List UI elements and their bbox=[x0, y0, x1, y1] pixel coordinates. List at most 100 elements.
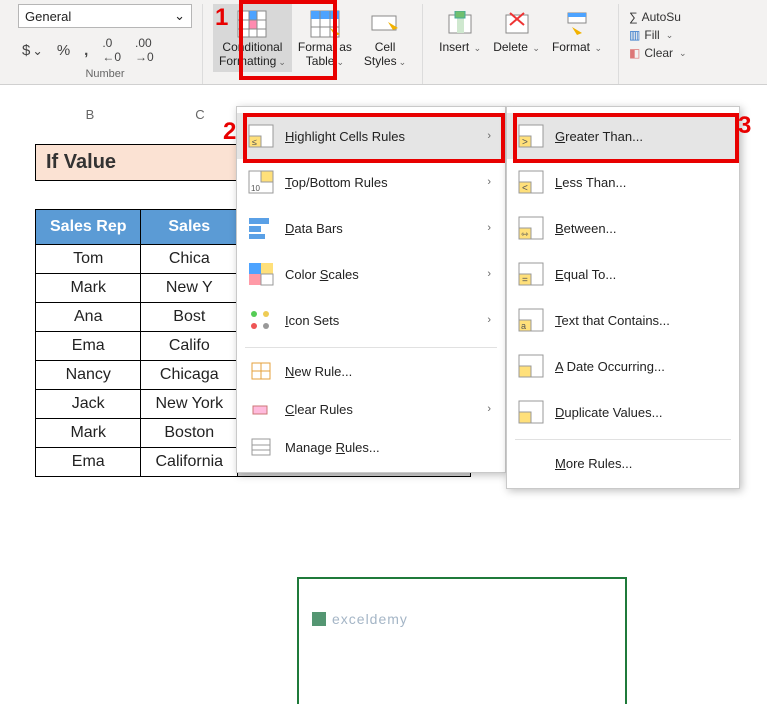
eraser-icon: ◧ bbox=[629, 46, 640, 60]
menu-top-bottom-rules[interactable]: 10 Top/Bottom Rules › bbox=[237, 159, 505, 205]
submenu-arrow-icon: › bbox=[487, 222, 491, 234]
svg-text:10: 10 bbox=[251, 184, 260, 193]
menu-clear-rules[interactable]: Clear Rules › bbox=[237, 390, 505, 428]
highlight-cells-icon: ≤ bbox=[247, 123, 275, 149]
col-b[interactable]: B bbox=[35, 105, 145, 124]
menu-label: Data Bars bbox=[285, 221, 343, 236]
clear-button[interactable]: ◧Clear⌄ bbox=[629, 44, 687, 62]
menu-label: Highlight Cells Rules bbox=[285, 129, 405, 144]
selection-marquee bbox=[297, 577, 627, 704]
format-button[interactable]: Format ⌄ bbox=[546, 4, 608, 58]
menu-label: Color Scales bbox=[285, 267, 359, 282]
svg-text:⇿: ⇿ bbox=[521, 229, 529, 239]
cell-styles-label-1: Cell bbox=[375, 40, 396, 54]
insert-label: Insert bbox=[439, 40, 469, 54]
menu-label: More Rules... bbox=[555, 456, 632, 471]
format-as-table-button[interactable]: Format as Table⌄ bbox=[292, 4, 358, 72]
menu-label: Top/Bottom Rules bbox=[285, 175, 388, 190]
svg-text:<: < bbox=[522, 183, 528, 194]
color-scales-icon bbox=[247, 261, 275, 287]
th-rep: Sales Rep bbox=[36, 210, 141, 245]
menu-duplicate-values[interactable]: Duplicate Values... bbox=[507, 389, 739, 435]
greater-than-icon: > bbox=[517, 123, 545, 149]
menu-manage-rules[interactable]: Manage Rules... bbox=[237, 428, 505, 466]
menu-label: Duplicate Values... bbox=[555, 405, 662, 420]
submenu-arrow-icon: › bbox=[487, 176, 491, 188]
duplicate-values-icon bbox=[517, 399, 545, 425]
submenu-arrow-icon: › bbox=[487, 403, 491, 415]
menu-color-scales[interactable]: Color Scales › bbox=[237, 251, 505, 297]
submenu-arrow-icon: › bbox=[487, 130, 491, 142]
cell-styles-label-2: Styles bbox=[364, 54, 397, 68]
less-than-icon: < bbox=[517, 169, 545, 195]
fill-button[interactable]: ▥Fill⌄ bbox=[629, 26, 673, 44]
conditional-formatting-label-2: Formatting bbox=[219, 54, 276, 68]
menu-more-rules[interactable]: More Rules... bbox=[507, 444, 739, 482]
decrease-decimal-button[interactable]: .00→0 bbox=[131, 34, 158, 66]
menu-label: Equal To... bbox=[555, 267, 616, 282]
format-as-table-icon bbox=[309, 8, 341, 40]
menu-label: Greater Than... bbox=[555, 129, 643, 144]
submenu-arrow-icon: › bbox=[487, 314, 491, 326]
delete-button[interactable]: Delete ⌄ bbox=[487, 4, 546, 58]
format-as-table-label-2: Table bbox=[306, 54, 335, 68]
conditional-formatting-button[interactable]: Conditional Formatting⌄ bbox=[213, 4, 292, 72]
menu-between[interactable]: ⇿ Between... bbox=[507, 205, 739, 251]
submenu-arrow-icon: › bbox=[487, 268, 491, 280]
accounting-format-button[interactable]: $ ⌄ bbox=[18, 40, 47, 61]
text-contains-icon: a bbox=[517, 307, 545, 333]
menu-separator bbox=[515, 439, 731, 440]
fill-down-icon: ▥ bbox=[629, 28, 640, 42]
menu-data-bars[interactable]: Data Bars › bbox=[237, 205, 505, 251]
menu-label: New Rule... bbox=[285, 364, 352, 379]
comma-format-button[interactable]: , bbox=[80, 40, 92, 61]
chevron-down-icon: ⌄ bbox=[174, 8, 185, 24]
conditional-formatting-label-1: Conditional bbox=[222, 40, 282, 54]
svg-text:≤: ≤ bbox=[252, 137, 257, 147]
menu-label: Less Than... bbox=[555, 175, 626, 190]
manage-rules-icon bbox=[247, 434, 275, 460]
group-number: General ⌄ $ ⌄ % , .0←0 .00→0 Number bbox=[8, 4, 203, 84]
group-styles: Conditional Formatting⌄ Format as Table⌄… bbox=[203, 4, 423, 84]
menu-label: Between... bbox=[555, 221, 616, 236]
ribbon: General ⌄ $ ⌄ % , .0←0 .00→0 Number bbox=[0, 0, 767, 85]
menu-label: A Date Occurring... bbox=[555, 359, 665, 374]
watermark: exceldemy bbox=[310, 610, 408, 628]
menu-label: Text that Contains... bbox=[555, 313, 670, 328]
menu-label: Icon Sets bbox=[285, 313, 339, 328]
between-icon: ⇿ bbox=[517, 215, 545, 241]
group-editing: ∑AutoSu ▥Fill⌄ ◧Clear⌄ bbox=[619, 4, 697, 84]
top-bottom-icon: 10 bbox=[247, 169, 275, 195]
menu-icon-sets[interactable]: Icon Sets › bbox=[237, 297, 505, 343]
menu-date-occurring[interactable]: A Date Occurring... bbox=[507, 343, 739, 389]
clear-rules-icon bbox=[247, 396, 275, 422]
svg-text:>: > bbox=[522, 137, 528, 148]
data-bars-icon bbox=[247, 215, 275, 241]
conditional-formatting-menu: ≤ Highlight Cells Rules › 10 Top/Bottom … bbox=[236, 106, 506, 473]
new-rule-icon bbox=[247, 358, 275, 384]
delete-label: Delete bbox=[493, 40, 528, 54]
menu-greater-than[interactable]: > Greater Than... bbox=[507, 113, 739, 159]
increase-decimal-button[interactable]: .0←0 bbox=[98, 34, 125, 66]
conditional-formatting-icon bbox=[236, 8, 268, 40]
autosum-button[interactable]: ∑AutoSu bbox=[629, 8, 681, 26]
cell-styles-button[interactable]: Cell Styles⌄ bbox=[358, 4, 412, 72]
menu-text-contains[interactable]: a Text that Contains... bbox=[507, 297, 739, 343]
percent-format-button[interactable]: % bbox=[53, 40, 74, 61]
menu-highlight-cells-rules[interactable]: ≤ Highlight Cells Rules › bbox=[237, 113, 505, 159]
title-band: If Value bbox=[35, 144, 257, 181]
menu-new-rule[interactable]: New Rule... bbox=[237, 352, 505, 390]
menu-less-than[interactable]: < Less Than... bbox=[507, 159, 739, 205]
insert-icon bbox=[444, 8, 476, 40]
format-as-table-label-1: Format as bbox=[298, 40, 352, 54]
icon-sets-icon bbox=[247, 307, 275, 333]
menu-separator bbox=[245, 347, 497, 348]
svg-text:a: a bbox=[521, 321, 526, 331]
menu-label: Manage Rules... bbox=[285, 440, 380, 455]
cell-styles-icon bbox=[369, 8, 401, 40]
menu-label: Clear Rules bbox=[285, 402, 353, 417]
th-city: Sales bbox=[141, 210, 238, 245]
menu-equal-to[interactable]: = Equal To... bbox=[507, 251, 739, 297]
number-format-combo[interactable]: General ⌄ bbox=[18, 4, 192, 28]
insert-button[interactable]: Insert ⌄ bbox=[433, 4, 487, 58]
